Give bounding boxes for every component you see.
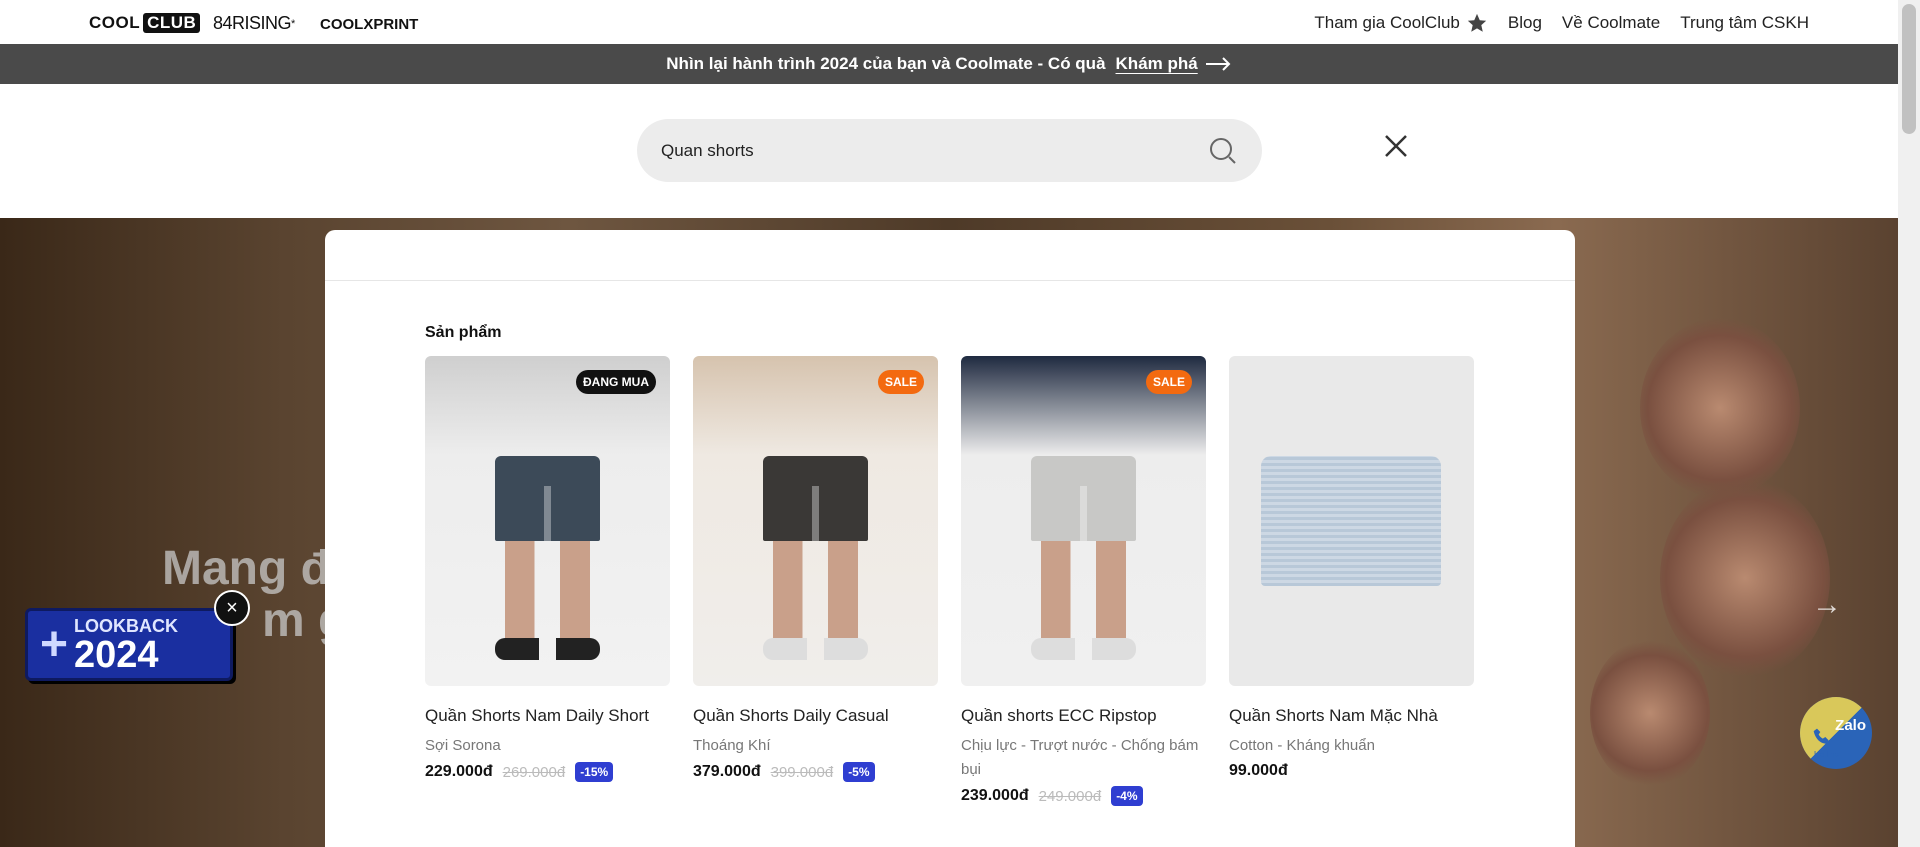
zalo-label: Zalo	[1835, 717, 1866, 734]
product-old-price: 269.000đ	[502, 763, 566, 781]
divider	[325, 280, 1575, 281]
search-results-panel: Sản phẩm ĐANG MUA Quần Shorts Nam Daily …	[325, 230, 1575, 847]
search-input[interactable]	[661, 140, 1208, 161]
close-icon[interactable]: ×	[214, 590, 250, 626]
product-price: 229.000đ	[425, 763, 493, 780]
product-image[interactable]	[1229, 356, 1474, 686]
hotline-label: Hotline	[1814, 750, 1839, 759]
product-shorts	[495, 456, 600, 541]
product-legs	[1041, 541, 1126, 651]
product-card[interactable]: Quần Shorts Nam Mặc Nhà Cotton - Kháng k…	[1229, 356, 1474, 806]
product-shoes	[1031, 638, 1136, 660]
page-scrollbar[interactable]	[1898, 0, 1920, 847]
coolclub-logo[interactable]: COOL CLUB	[89, 13, 201, 33]
product-shorts	[763, 456, 868, 541]
promo-banner: Nhìn lại hành trình 2024 của bạn và Cool…	[0, 44, 1898, 84]
top-nav: Tham gia CoolClub Blog Về Coolmate Trung…	[1314, 12, 1809, 34]
product-name[interactable]: Quần Shorts Daily Casual	[693, 706, 938, 726]
product-image[interactable]: ĐANG MUA	[425, 356, 670, 686]
nav-about-coolmate[interactable]: Về Coolmate	[1562, 12, 1660, 34]
product-image[interactable]: SALE	[693, 356, 938, 686]
product-shorts	[1261, 456, 1441, 586]
top-bar: COOL CLUB 84RISING * COOLXPRINT Tham gia …	[0, 0, 1898, 44]
nav-join-coolclub[interactable]: Tham gia CoolClub	[1314, 12, 1488, 34]
product-name[interactable]: Quần Shorts Nam Daily Short	[425, 706, 670, 726]
close-icon[interactable]	[1381, 131, 1411, 161]
hero-figure	[1660, 478, 1830, 678]
hero-figure	[1590, 638, 1710, 788]
product-legs	[773, 541, 858, 651]
zalo-hotline-button[interactable]: Zalo Hotline	[1800, 697, 1872, 769]
product-shoes	[495, 638, 600, 660]
plus-icon: +	[40, 618, 69, 671]
coolclub-logo-club: CLUB	[143, 13, 201, 33]
product-card[interactable]: ĐANG MUA Quần Shorts Nam Daily Short Sợi…	[425, 356, 670, 806]
product-shoes	[763, 638, 868, 660]
promo-explore-label: Khám phá	[1115, 54, 1198, 73]
product-card[interactable]: SALE Quần shorts ECC Ripstop Chịu lực - …	[961, 356, 1206, 806]
lookback-year: 2024	[74, 634, 159, 676]
products-section-title: Sản phẩm	[425, 324, 502, 341]
84rising-logo-text: 84RISING	[213, 13, 292, 33]
search-area	[0, 84, 1898, 218]
product-desc: Chịu lực - Trượt nước - Chống bám bụi	[961, 737, 1199, 778]
lookback-2024-badge[interactable]: + LOOKBACK 2024	[25, 608, 233, 681]
price-row: 379.000đ 399.000đ -5%	[693, 762, 938, 782]
product-name[interactable]: Quần shorts ECC Ripstop	[961, 706, 1206, 726]
nav-customer-care[interactable]: Trung tâm CSKH	[1680, 12, 1809, 34]
sale-badge: SALE	[1145, 370, 1192, 394]
product-old-price: 249.000đ	[1038, 787, 1102, 805]
84rising-logo[interactable]: 84RISING *	[213, 13, 295, 34]
product-desc: Cotton - Kháng khuẩn	[1229, 737, 1375, 754]
product-image[interactable]: SALE	[961, 356, 1206, 686]
84rising-logo-mark: *	[291, 17, 295, 30]
product-old-price: 399.000đ	[770, 763, 834, 781]
discount-badge: -5%	[843, 762, 875, 782]
product-name[interactable]: Quần Shorts Nam Mặc Nhà	[1229, 706, 1474, 726]
discount-badge: -15%	[575, 762, 614, 782]
price-row: 239.000đ 249.000đ -4%	[961, 786, 1206, 806]
coolclub-logo-cool: COOL	[89, 13, 141, 32]
product-legs	[505, 541, 590, 651]
price-row: 99.000đ	[1229, 762, 1474, 780]
product-price: 379.000đ	[693, 763, 761, 780]
nav-join-coolclub-label: Tham gia CoolClub	[1314, 13, 1460, 32]
arrow-right-icon	[1205, 57, 1231, 71]
hero-figure	[1640, 318, 1800, 498]
bestseller-badge: ĐANG MUA	[576, 370, 656, 394]
sale-badge: SALE	[877, 370, 924, 394]
product-shorts	[1031, 456, 1136, 541]
hero-text-line1: Mang đ	[162, 542, 330, 595]
product-price: 99.000đ	[1229, 762, 1288, 779]
nav-blog[interactable]: Blog	[1508, 12, 1542, 34]
product-card[interactable]: SALE Quần Shorts Daily Casual Thoáng Khí…	[693, 356, 938, 806]
coolxprint-logo[interactable]: COOLXPRINT	[320, 16, 418, 33]
scrollbar-thumb[interactable]	[1902, 4, 1916, 134]
star-icon	[1467, 13, 1487, 32]
discount-badge: -4%	[1111, 786, 1143, 806]
product-desc: Thoáng Khí	[693, 737, 771, 754]
product-desc: Sợi Sorona	[425, 737, 501, 754]
product-price: 239.000đ	[961, 787, 1029, 804]
product-list: ĐANG MUA Quần Shorts Nam Daily Short Sợi…	[425, 356, 1474, 806]
promo-explore-link[interactable]: Khám phá	[1116, 54, 1232, 74]
phone-icon	[1813, 728, 1829, 744]
promo-text: Nhìn lại hành trình 2024 của bạn và Cool…	[666, 54, 1106, 73]
search-box	[637, 119, 1262, 182]
hero-next-arrow-icon[interactable]: →	[1812, 588, 1842, 622]
search-icon[interactable]	[1208, 136, 1238, 166]
price-row: 229.000đ 269.000đ -15%	[425, 762, 670, 782]
lookback-text: LOOKBACK 2024	[74, 616, 178, 676]
